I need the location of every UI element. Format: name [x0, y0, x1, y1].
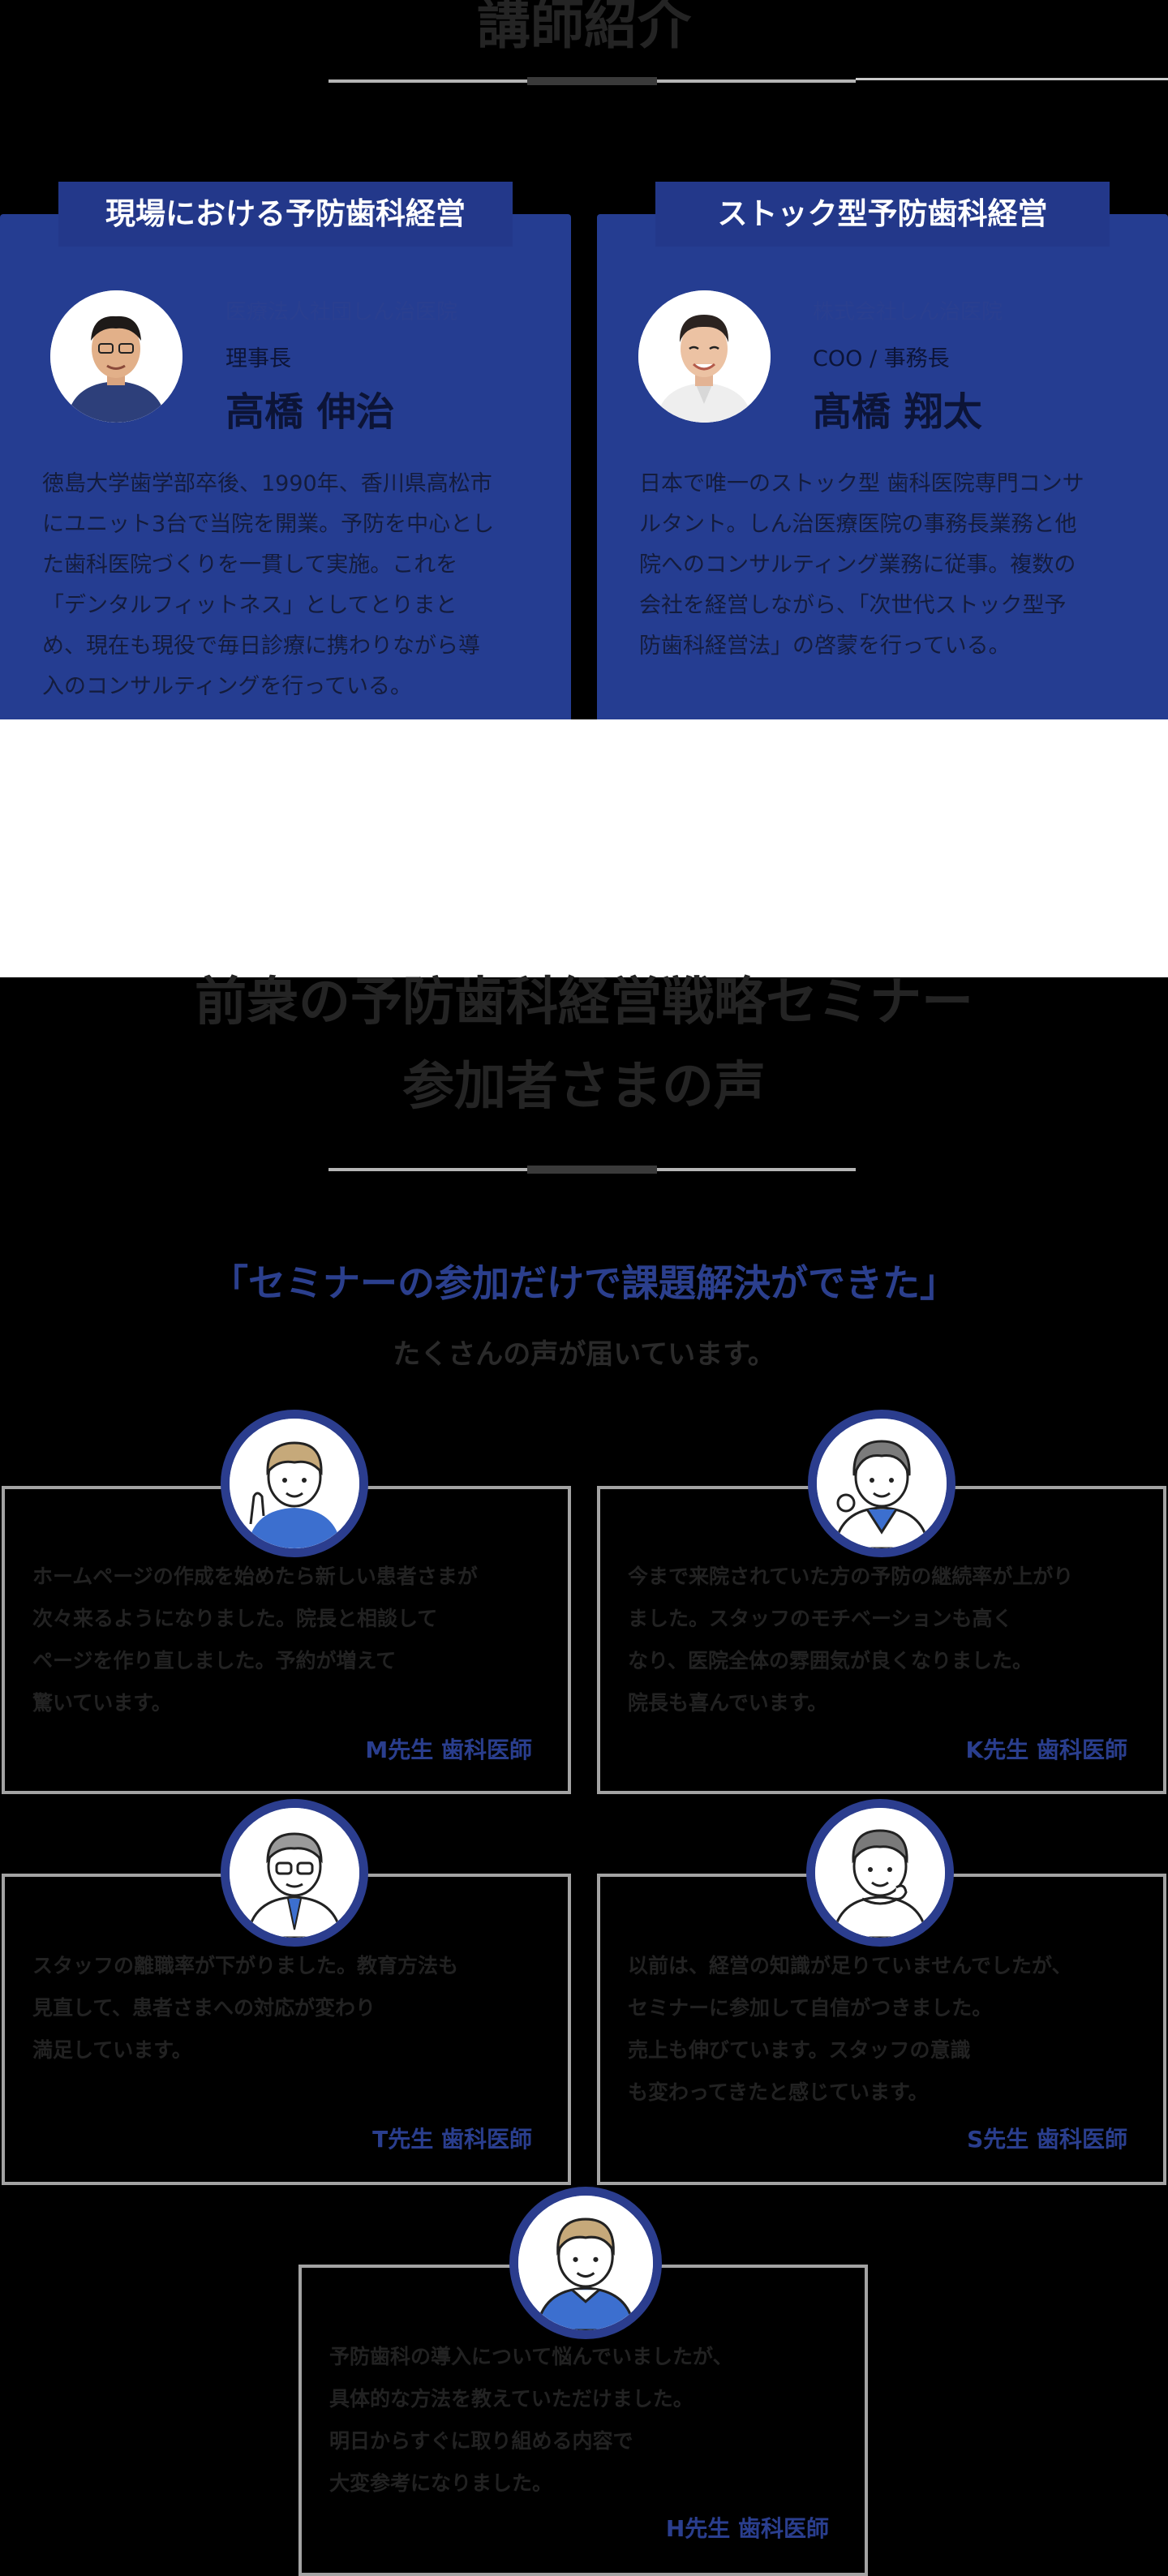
testimonial-author: K先生 歯科医師 [965, 1737, 1127, 1763]
testimonial-avatar [221, 1410, 368, 1557]
lecturer-card-tab: ストック型予防歯科経営 [655, 182, 1110, 247]
lecturer-name: 髙橋 翔太 [813, 389, 982, 435]
voices-lead-subheading: たくさんの声が届いています。 [393, 1338, 775, 1371]
lecturer-bio: 徳島大学歯学部卒後、1990年、香川県高松市 にユニット3台で当院を開業。予防を… [42, 471, 495, 699]
testimonial-avatar [808, 1410, 955, 1557]
lecturer-organization: 株式会社しん治医院 [813, 300, 1003, 324]
voices-section-title: 前衆の予防歯科経営戦略セミナー [195, 972, 973, 1033]
testimonial-text: スタッフの離職率が下がりました。教育方法も 見直して、患者さまへの対応が変わり … [32, 1954, 459, 2062]
section-divider [328, 1166, 856, 1174]
testimonial-text: 今まで来院されていた方の予防の継続率が上がり ました。スタッフのモチベーションも… [628, 1565, 1074, 1715]
lecturer-organization: 医療法人社団しん治医院 [225, 300, 458, 324]
testimonial-text: 予防歯科の導入について悩んでいましたが、 具体的な方法を教えていただけました。 … [329, 2345, 733, 2495]
voices-lead-heading: 「セミナーの参加だけで課題解決ができた」 [211, 1261, 957, 1305]
testimonial-author: S先生 歯科医師 [967, 2126, 1127, 2153]
divider-extension [856, 78, 1168, 80]
lecturer-photo [638, 290, 771, 423]
voices-section-subtitle: 参加者さまの声 [402, 1056, 766, 1117]
section-gap [0, 719, 1168, 977]
section-divider [328, 77, 856, 85]
testimonial-text: ホームページの作成を始めたら新しい患者さまが 次々来るようになりました。院長と相… [32, 1565, 478, 1715]
testimonial-text: 以前は、経営の知識が足りていませんでしたが、 セミナーに参加して自信がつきました… [628, 1954, 1072, 2104]
lecturer-role: 理事長 [225, 346, 291, 371]
testimonial-avatar [221, 1799, 368, 1947]
lecturer-name: 高橋 伸治 [225, 389, 395, 435]
lecturer-role: COO / 事務長 [813, 346, 950, 371]
lecturer-photo [50, 290, 182, 423]
testimonial-author: M先生 歯科医師 [365, 1737, 532, 1763]
testimonial-author: T先生 歯科医師 [372, 2126, 532, 2153]
testimonial-avatar [806, 1799, 954, 1947]
testimonial-author: H先生 歯科医師 [665, 2515, 829, 2542]
lecturer-section-title: 講師紹介 [477, 0, 691, 56]
lecturer-bio: 日本で唯一のストック型 歯科医院専門コンサ ルタント。しん治医療医院の事務長業務… [639, 471, 1084, 659]
lecturer-card-tab: 現場における予防歯科経営 [58, 182, 513, 247]
testimonial-avatar [509, 2187, 662, 2339]
